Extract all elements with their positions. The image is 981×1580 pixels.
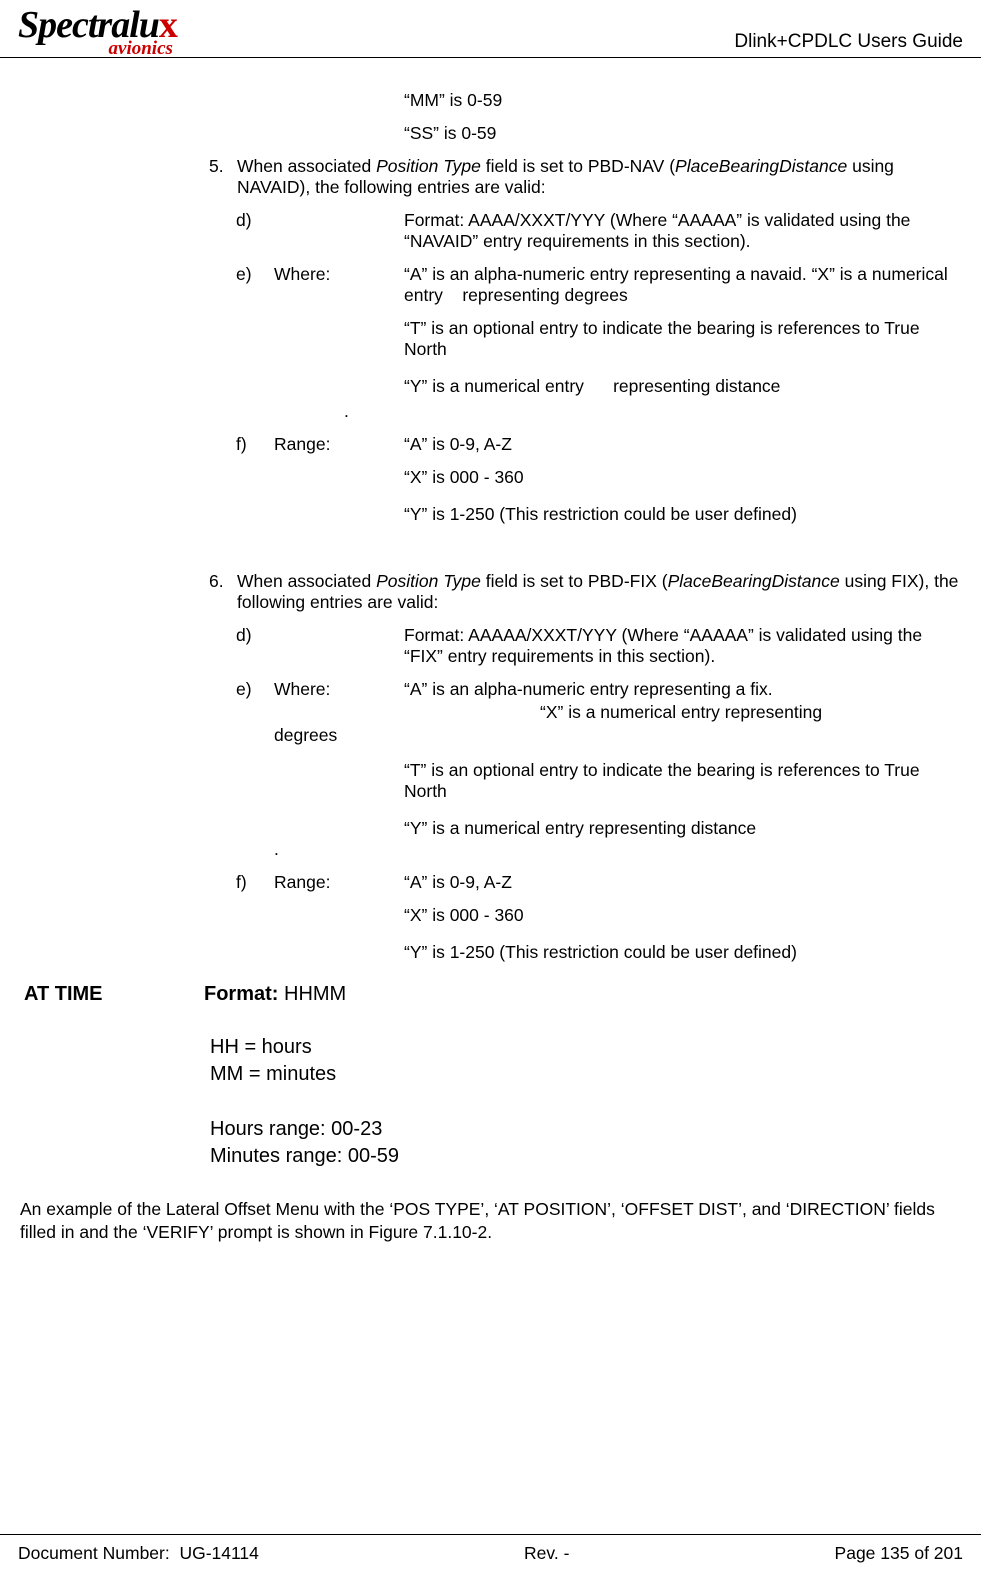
item-5f-line2: “X” is 000 - 360 (404, 467, 971, 488)
footer-page-number: Page 135 of 201 (835, 1543, 963, 1564)
letter-d: d) (236, 625, 274, 667)
italic-text: Position Type (376, 571, 481, 591)
range-label: Range: (274, 872, 404, 893)
empty-label (274, 625, 404, 667)
item-5d: d) Format: AAAA/XXXT/YYY (Where “AAAAA” … (236, 210, 971, 252)
logo: Spectralux avionics (18, 8, 177, 57)
text: field is set to PBD-FIX ( (481, 571, 668, 591)
item-6f-line2: “X” is 000 - 360 (404, 905, 971, 926)
item-6f-line1: “A” is 0-9, A-Z (404, 872, 971, 893)
item-6-body: When associated Position Type field is s… (237, 571, 971, 613)
format-value: HHMM (278, 983, 346, 1005)
page-header: Spectralux avionics Dlink+CPDLC Users Gu… (0, 0, 981, 58)
minutes-range: Minutes range: 00-59 (210, 1143, 971, 1170)
italic-text: Position Type (376, 156, 481, 176)
item-5-number: 5. (209, 156, 237, 198)
item-6e-line1a: “A” is an alpha-numeric entry representi… (404, 679, 971, 700)
letter-d: d) (236, 210, 274, 252)
item-6e-degrees: degrees (274, 725, 971, 746)
item-5f-line1: “A” is 0-9, A-Z (404, 434, 971, 455)
at-time-section: AT TIME Format: HHMM (10, 983, 971, 1006)
at-time-format: Format: HHMM (204, 983, 346, 1006)
item-6: 6. When associated Position Type field i… (209, 571, 971, 613)
dot-separator: . (344, 401, 971, 422)
page-footer: Document Number: UG-14114 Rev. - Page 13… (0, 1534, 981, 1564)
text: field is set to PBD-NAV ( (481, 156, 675, 176)
dot-separator: . (274, 839, 971, 860)
item-5e-line1: “A” is an alpha-numeric entry representi… (404, 264, 971, 306)
where-label: Where: (274, 679, 404, 700)
at-time-label: AT TIME (10, 983, 204, 1006)
text: When associated (237, 571, 376, 591)
italic-text: PlaceBearingDistance (675, 156, 847, 176)
item-5f-line3: “Y” is 1-250 (This restriction could be … (404, 504, 971, 525)
page-content: “MM” is 0-59 “SS” is 0-59 5. When associ… (0, 58, 981, 1244)
letter-f: f) (236, 872, 274, 893)
empty-label (274, 210, 404, 252)
logo-sub: avionics (18, 40, 177, 57)
item-6e-line2: “T” is an optional entry to indicate the… (404, 760, 971, 802)
item-5f: f) Range: “A” is 0-9, A-Z (236, 434, 971, 455)
format-bold: Format: (204, 983, 278, 1005)
example-paragraph: An example of the Lateral Offset Menu wi… (20, 1198, 959, 1244)
where-label: Where: (274, 264, 404, 306)
footer-revision: Rev. - (524, 1543, 569, 1564)
hours-range: Hours range: 00-23 (210, 1116, 971, 1143)
footer-doc-number: Document Number: UG-14114 (18, 1543, 259, 1564)
letter-f: f) (236, 434, 274, 455)
document-title: Dlink+CPDLC Users Guide (734, 31, 963, 57)
logo-main: Spectralux (18, 8, 177, 42)
item-5: 5. When associated Position Type field i… (209, 156, 971, 198)
item-5d-body: Format: AAAA/XXXT/YYY (Where “AAAAA” is … (404, 210, 971, 252)
at-time-definitions: HH = hours MM = minutes (210, 1034, 971, 1088)
text: When associated (237, 156, 376, 176)
italic-text: PlaceBearingDistance (668, 571, 840, 591)
letter-e: e) (236, 264, 274, 306)
mm-def: MM = minutes (210, 1061, 971, 1088)
item-6d-body: Format: AAAAA/XXXT/YYY (Where “AAAAA” is… (404, 625, 971, 667)
item-5e-line3: “Y” is a numerical entry representing di… (404, 376, 971, 397)
item-5e-line2: “T” is an optional entry to indicate the… (404, 318, 971, 360)
item-6e: e) Where: “A” is an alpha-numeric entry … (236, 679, 971, 700)
mm-range-line: “MM” is 0-59 (404, 90, 971, 111)
item-6f-line3: “Y” is 1-250 (This restriction could be … (404, 942, 971, 963)
range-label: Range: (274, 434, 404, 455)
item-5-body: When associated Position Type field is s… (237, 156, 971, 198)
item-6e-line3: “Y” is a numerical entry representing di… (404, 818, 971, 839)
letter-e: e) (236, 679, 274, 700)
item-6f: f) Range: “A” is 0-9, A-Z (236, 872, 971, 893)
item-5e: e) Where: “A” is an alpha-numeric entry … (236, 264, 971, 306)
item-6d: d) Format: AAAAA/XXXT/YYY (Where “AAAAA”… (236, 625, 971, 667)
item-6e-line1b: “X” is a numerical entry representing (540, 702, 971, 723)
hh-def: HH = hours (210, 1034, 971, 1061)
item-6-number: 6. (209, 571, 237, 613)
at-time-ranges: Hours range: 00-23 Minutes range: 00-59 (210, 1116, 971, 1170)
ss-range-line: “SS” is 0-59 (404, 123, 971, 144)
